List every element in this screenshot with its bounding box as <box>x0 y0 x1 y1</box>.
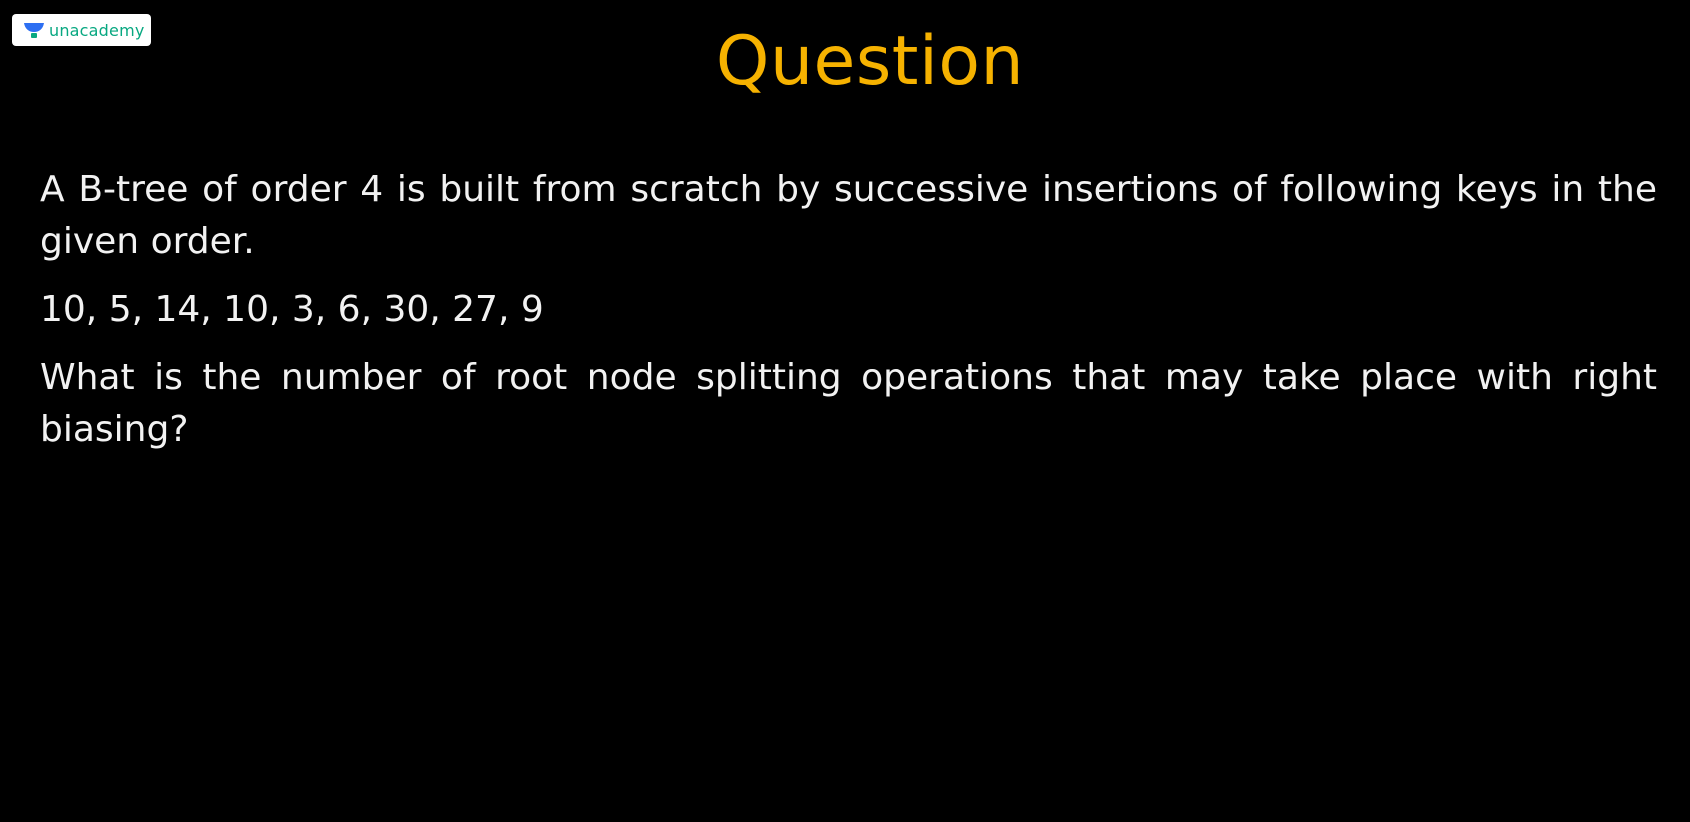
keys-sequence: 10, 5, 14, 10, 3, 6, 30, 27, 9 <box>40 289 544 330</box>
question-paragraph-1: A B-tree of order 4 is built from scratc… <box>40 169 1657 262</box>
question-body: A B-tree of order 4 is built from scratc… <box>40 164 1657 472</box>
slide-title: Question <box>715 22 1025 101</box>
slide: unacademy Question A B-tree of order 4 i… <box>0 0 1690 822</box>
question-paragraph-2: What is the number of root node splittin… <box>40 357 1657 450</box>
